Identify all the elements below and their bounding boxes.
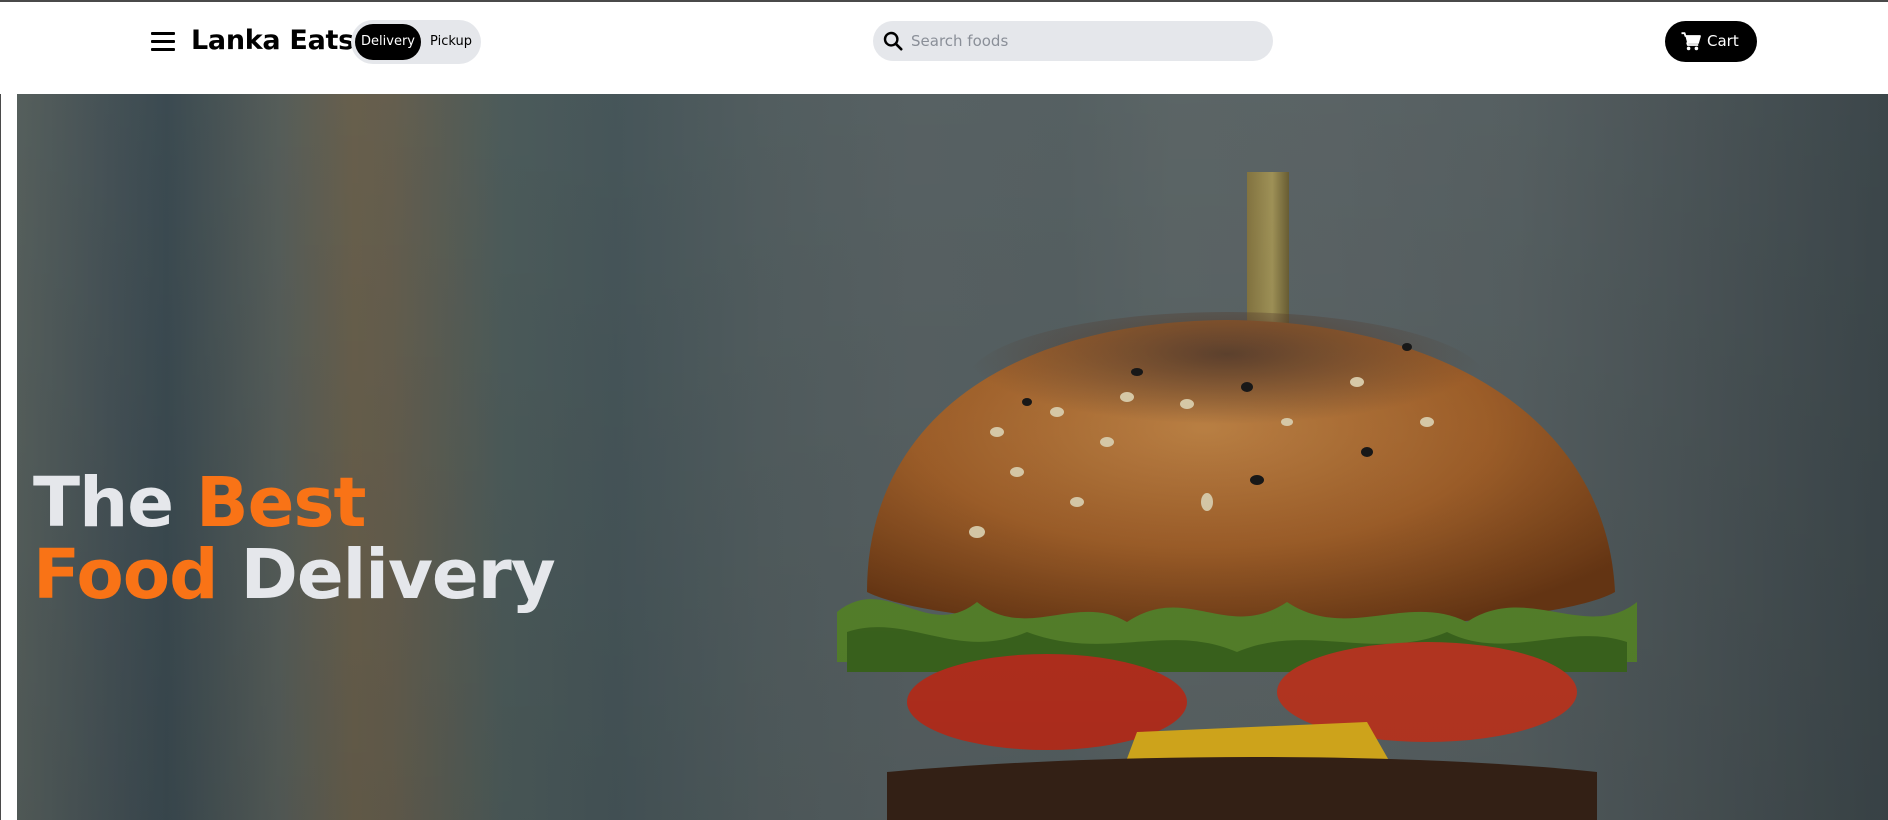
hero-overlay [17, 94, 1888, 820]
menu-line [151, 40, 175, 43]
cart-icon [1681, 32, 1701, 51]
search-bar [873, 21, 1273, 61]
hamburger-menu-icon[interactable] [149, 29, 177, 53]
menu-line [151, 48, 175, 51]
top-navbar: Lanka Eats Delivery Pickup Cart [0, 2, 1888, 94]
search-input[interactable] [911, 21, 1261, 61]
cart-label: Cart [1707, 32, 1739, 50]
delivery-option-button[interactable]: Delivery [355, 24, 421, 60]
cart-button[interactable]: Cart [1665, 21, 1757, 62]
pickup-option-button[interactable]: Pickup [425, 24, 477, 60]
page: Lanka Eats Delivery Pickup Cart [0, 0, 1888, 820]
hero-title-best: Best [196, 463, 366, 543]
search-icon [883, 31, 903, 51]
brand-logo-text[interactable]: Lanka Eats [191, 25, 354, 56]
window-left-border [0, 0, 1, 820]
hero-title-the: The [33, 463, 174, 543]
delivery-pickup-toggle: Delivery Pickup [351, 20, 481, 64]
menu-line [151, 32, 175, 35]
hero-banner: The Best Food Delivery [17, 94, 1888, 820]
hero-title-food: Food [33, 535, 219, 615]
hero-title: The Best Food Delivery [33, 467, 556, 611]
hero-title-delivery: Delivery [240, 535, 556, 615]
